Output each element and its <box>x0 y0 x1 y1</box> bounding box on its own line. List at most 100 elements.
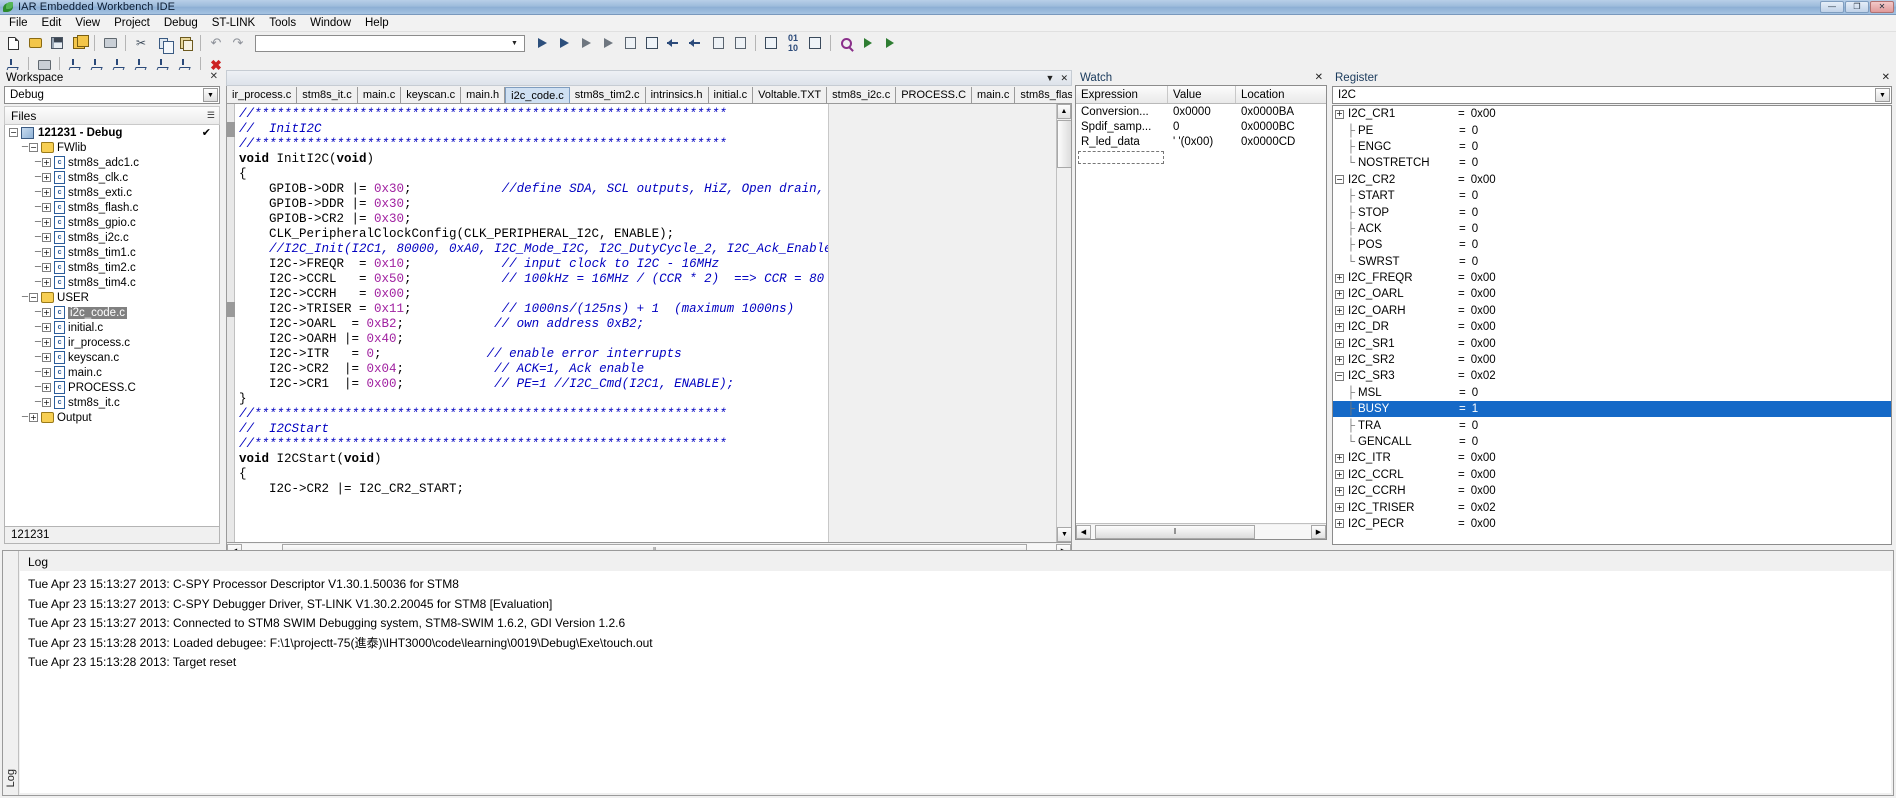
expand-icon[interactable]: + <box>42 233 52 242</box>
register-value[interactable]: 1 <box>1472 403 1478 415</box>
menu-tools[interactable]: Tools <box>262 16 303 30</box>
debug-icon[interactable]: 01 10 <box>783 33 803 53</box>
watch-new-expression-cell[interactable] <box>1078 150 1164 164</box>
hscroll-track[interactable]: ‖ <box>1091 524 1311 539</box>
register-row-i2c-dr[interactable]: + I2C_DR = 0x00 <box>1333 319 1891 335</box>
expand-icon[interactable]: + <box>42 353 52 362</box>
search-icon[interactable] <box>836 34 856 53</box>
register-row-pos[interactable]: ├ POS = 0 <box>1333 237 1891 253</box>
editor-gutter[interactable] <box>227 104 235 542</box>
tree-item-stm8s-adc1-c[interactable]: ─ + c stm8s_adc1.c <box>5 155 219 170</box>
register-value[interactable]: 0x00 <box>1471 469 1496 481</box>
menu-stlink[interactable]: ST-LINK <box>205 16 262 30</box>
register-row-engc[interactable]: ├ ENGC = 0 <box>1333 139 1891 155</box>
menu-file[interactable]: File <box>2 16 35 30</box>
make-icon[interactable] <box>730 34 750 53</box>
register-value[interactable]: 0 <box>1472 239 1478 251</box>
register-value[interactable]: 0x00 <box>1471 518 1496 530</box>
editor-tab-voltable-txt[interactable]: Voltable.TXT <box>753 87 828 103</box>
tree-item-fwlib[interactable]: ─ − FWlib <box>5 140 219 155</box>
register-value[interactable]: 0x00 <box>1471 485 1496 497</box>
editor-tab-main-h[interactable]: main.h <box>461 87 506 103</box>
expand-icon[interactable]: + <box>1335 486 1344 496</box>
register-row-i2c-ccrl[interactable]: + I2C_CCRL = 0x00 <box>1333 467 1891 483</box>
chevron-down-icon[interactable]: ▼ <box>1875 88 1890 102</box>
expand-icon[interactable]: + <box>1335 470 1344 480</box>
tree-item-stm8s-clk-c[interactable]: ─ + c stm8s_clk.c <box>5 170 219 185</box>
editor-tab-stm8s-tim2-c[interactable]: stm8s_tim2.c <box>569 87 646 103</box>
run-to-cursor-icon[interactable] <box>880 34 900 53</box>
expand-icon[interactable]: + <box>1335 289 1344 299</box>
expand-icon[interactable]: + <box>1335 322 1344 332</box>
previous-bookmark-icon[interactable] <box>686 34 706 53</box>
editor-tab-stm8s-flash-c[interactable]: stm8s_flash.c <box>1015 87 1072 103</box>
scroll-thumb[interactable] <box>1057 120 1071 168</box>
register-value[interactable]: 0 <box>1472 387 1478 399</box>
expand-icon[interactable]: + <box>42 203 52 212</box>
tree-item-i2c-code-c[interactable]: ─ + c i2c_code.c <box>5 305 219 320</box>
collapse-icon[interactable]: − <box>1335 175 1344 185</box>
tree-item-stm8s-exti-c[interactable]: ─ + c stm8s_exti.c <box>5 185 219 200</box>
tree-item-stm8s-gpio-c[interactable]: ─ + c stm8s_gpio.c <box>5 215 219 230</box>
close-icon[interactable]: ✕ <box>1315 72 1323 83</box>
register-value[interactable]: 0x00 <box>1471 305 1496 317</box>
toggle-bookmark-icon[interactable] <box>642 34 662 53</box>
register-value[interactable]: 0x00 <box>1471 272 1496 284</box>
editor-tab-ir-process-c[interactable]: ir_process.c <box>227 87 298 103</box>
replace-icon[interactable] <box>598 34 618 53</box>
expand-icon[interactable]: + <box>42 188 52 197</box>
expand-icon[interactable]: + <box>42 383 52 392</box>
tree-item-process-c[interactable]: ─ + c PROCESS.C <box>5 380 219 395</box>
expand-icon[interactable]: + <box>1335 273 1344 283</box>
build-config-combo[interactable]: Debug ▼ <box>4 86 220 104</box>
register-row-msl[interactable]: ├ MSL = 0 <box>1333 385 1891 401</box>
watch-row-new[interactable] <box>1076 149 1326 164</box>
open-folder-icon[interactable] <box>25 34 45 53</box>
close-icon[interactable]: ✕ <box>1882 72 1890 83</box>
minimize-button[interactable]: — <box>1820 1 1844 13</box>
close-button[interactable]: ✕ <box>1870 1 1894 13</box>
register-row-i2c-sr2[interactable]: + I2C_SR2 = 0x00 <box>1333 352 1891 368</box>
close-icon[interactable]: ✕ <box>210 71 218 82</box>
expand-icon[interactable]: + <box>42 248 52 257</box>
register-value[interactable]: 0 <box>1472 125 1478 137</box>
run-icon[interactable] <box>858 34 878 53</box>
editor-tabstrip[interactable]: ir_process.c stm8s_it.c main.c keyscan.c mai… <box>226 86 1072 103</box>
watch-cell-expression[interactable]: Spdif_samp... <box>1076 121 1168 133</box>
tree-item-keyscan-c[interactable]: ─ + c keyscan.c <box>5 350 219 365</box>
collapse-icon[interactable]: − <box>1335 371 1344 381</box>
expand-icon[interactable]: + <box>42 263 52 272</box>
expand-icon[interactable]: + <box>29 413 39 422</box>
compile-icon[interactable] <box>708 34 728 53</box>
register-row-i2c-itr[interactable]: + I2C_ITR = 0x00 <box>1333 450 1891 466</box>
register-row-stop[interactable]: ├ STOP = 0 <box>1333 204 1891 220</box>
editor-tab-main-c[interactable]: main.c <box>972 87 1016 103</box>
chevron-down-icon[interactable]: ▼ <box>507 36 522 51</box>
collapse-icon[interactable]: − <box>29 293 39 302</box>
editor-vertical-scrollbar[interactable]: ▲ ▼ <box>1056 104 1071 542</box>
expand-icon[interactable]: + <box>1335 453 1344 463</box>
expand-icon[interactable]: + <box>42 158 52 167</box>
project-file-tree[interactable]: −121231 - Debug ✔ ─ − FWlib ─ + c stm8s_adc1.c ─ +… <box>4 125 220 529</box>
paste-icon[interactable] <box>175 34 195 53</box>
quick-search-combo[interactable]: ▼ <box>255 34 525 52</box>
register-row-ack[interactable]: ├ ACK = 0 <box>1333 221 1891 237</box>
register-row-tra[interactable]: ├ TRA = 0 <box>1333 417 1891 433</box>
close-icon[interactable]: ✕ <box>1060 73 1068 84</box>
register-value[interactable]: 0 <box>1472 207 1478 219</box>
tree-item-stm8s-i2c-c[interactable]: ─ + c stm8s_i2c.c <box>5 230 219 245</box>
watch-col-value[interactable]: Value <box>1168 86 1236 103</box>
register-value[interactable]: 0x02 <box>1471 502 1496 514</box>
menu-view[interactable]: View <box>68 16 107 30</box>
editor-tab-i2c-code-c[interactable]: i2c_code.c <box>505 87 570 103</box>
register-value[interactable]: 0x00 <box>1471 354 1496 366</box>
save-all-icon[interactable] <box>69 34 89 53</box>
tree-item-stm8s-tim2-c[interactable]: ─ + c stm8s_tim2.c <box>5 260 219 275</box>
editor-tab-main-c[interactable]: main.c <box>357 87 402 103</box>
editor-tab-process-c[interactable]: PROCESS.C <box>896 87 973 103</box>
register-row-i2c-cr2[interactable]: − I2C_CR2 = 0x00 <box>1333 172 1891 188</box>
watch-cell-value[interactable]: 0x0000 <box>1168 106 1236 118</box>
tree-item-initial-c[interactable]: ─ + c initial.c <box>5 320 219 335</box>
watch-cell-expression[interactable]: R_led_data <box>1076 136 1168 148</box>
menu-debug[interactable]: Debug <box>157 16 205 30</box>
